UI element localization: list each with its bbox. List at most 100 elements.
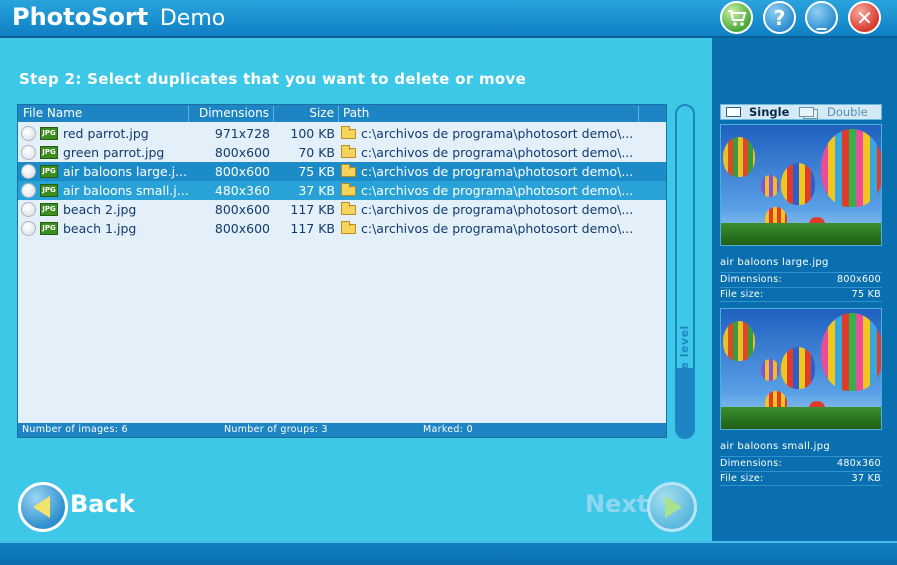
- arrow-left-icon: [33, 496, 50, 518]
- preview-image-2: [720, 308, 882, 430]
- jpg-file-icon: JPG: [40, 184, 58, 197]
- folder-icon: [341, 202, 356, 215]
- folder-icon: [341, 164, 356, 177]
- column-file-name[interactable]: File Name: [18, 106, 189, 122]
- preview-info-2: air baloons small.jpg Dimensions: 480x360…: [720, 441, 882, 486]
- file-list[interactable]: File Name Dimensions Size Path JPG red p…: [17, 104, 667, 438]
- title-bar: PhotoSort Demo ? _ ✕: [0, 0, 897, 38]
- view-double-option[interactable]: Double: [827, 105, 868, 119]
- file-name: green parrot.jpg: [63, 145, 165, 160]
- column-spacer: [639, 106, 666, 122]
- preview-info-1: air baloons large.jpg Dimensions: 800x600…: [720, 257, 882, 302]
- row-radio[interactable]: [21, 183, 36, 198]
- next-button[interactable]: [647, 482, 697, 532]
- file-size: 100 KB: [290, 126, 335, 141]
- dimensions-value: 480x360: [837, 458, 881, 469]
- jpg-file-icon: JPG: [40, 203, 58, 216]
- single-view-icon[interactable]: [726, 107, 741, 117]
- help-icon: ?: [773, 5, 786, 30]
- column-size[interactable]: Size: [274, 106, 339, 122]
- cart-button[interactable]: [720, 1, 753, 34]
- status-bar: Number of images: 6 Number of groups: 3 …: [18, 423, 666, 437]
- column-path[interactable]: Path: [339, 106, 639, 122]
- file-size-label: File size:: [720, 289, 764, 300]
- preview-image-1: [720, 124, 882, 246]
- row-radio[interactable]: [21, 221, 36, 236]
- folder-icon: [341, 126, 356, 139]
- view-mode-toggle: Single Double: [720, 104, 882, 120]
- status-marked-count: Marked: 0: [423, 424, 473, 435]
- file-dimensions: 971x728: [214, 126, 270, 141]
- file-path: c:\archivos de programa\photosort demo\.…: [361, 145, 634, 160]
- file-name: air baloons small.j...: [63, 183, 189, 198]
- row-radio[interactable]: [21, 202, 36, 217]
- file-size: 70 KB: [298, 145, 335, 160]
- column-header: File Name Dimensions Size Path: [18, 105, 666, 122]
- file-path: c:\archivos de programa\photosort demo\.…: [361, 126, 634, 141]
- help-button[interactable]: ?: [763, 1, 796, 34]
- next-label[interactable]: Next: [585, 490, 648, 518]
- table-row[interactable]: JPG beach 1.jpg 800x600 117 KB c:\archiv…: [18, 219, 666, 238]
- file-size: 117 KB: [290, 221, 335, 236]
- file-name: red parrot.jpg: [63, 126, 149, 141]
- file-name: beach 2.jpg: [63, 202, 137, 217]
- cart-icon: [727, 9, 746, 26]
- preview-file-name: air baloons large.jpg: [720, 257, 829, 268]
- file-dimensions: 800x600: [214, 221, 270, 236]
- row-radio[interactable]: [21, 126, 36, 141]
- tolerance-slider[interactable]: tolerance level: [675, 104, 695, 439]
- file-path: c:\archivos de programa\photosort demo\.…: [361, 221, 634, 236]
- view-single-option[interactable]: Single: [749, 105, 789, 119]
- file-size-value: 75 KB: [851, 289, 881, 300]
- jpg-file-icon: JPG: [40, 165, 58, 178]
- folder-icon: [341, 145, 356, 158]
- app-name: PhotoSort: [12, 3, 149, 31]
- file-size-label: File size:: [720, 473, 764, 484]
- column-dimensions[interactable]: Dimensions: [189, 106, 274, 122]
- arrow-right-icon: [665, 496, 682, 518]
- double-view-icon[interactable]: [799, 107, 814, 117]
- file-dimensions: 800x600: [214, 202, 270, 217]
- row-radio[interactable]: [21, 164, 36, 179]
- file-dimensions: 480x360: [214, 183, 270, 198]
- file-size: 37 KB: [298, 183, 335, 198]
- file-path: c:\archivos de programa\photosort demo\.…: [361, 202, 634, 217]
- table-row[interactable]: JPG beach 2.jpg 800x600 117 KB c:\archiv…: [18, 200, 666, 219]
- status-group-count: Number of groups: 3: [224, 424, 328, 435]
- table-row[interactable]: JPG red parrot.jpg 971x728 100 KB c:\arc…: [18, 124, 666, 143]
- file-size: 75 KB: [298, 164, 335, 179]
- preview-sidebar: Single Double air baloons large.jpg Dime…: [712, 38, 897, 541]
- file-path: c:\archivos de programa\photosort demo\.…: [361, 183, 634, 198]
- main-panel: Step 2: Select duplicates that you want …: [0, 38, 712, 541]
- jpg-file-icon: JPG: [40, 146, 58, 159]
- jpg-file-icon: JPG: [40, 222, 58, 235]
- file-size: 117 KB: [290, 202, 335, 217]
- preview-file-name: air baloons small.jpg: [720, 441, 831, 452]
- app-title: PhotoSort Demo: [12, 3, 225, 31]
- close-icon: ✕: [856, 5, 873, 30]
- close-button[interactable]: ✕: [848, 1, 881, 34]
- table-row[interactable]: JPG green parrot.jpg 800x600 70 KB c:\ar…: [18, 143, 666, 162]
- dimensions-value: 800x600: [837, 274, 881, 285]
- file-dimensions: 800x600: [214, 145, 270, 160]
- file-size-value: 37 KB: [851, 473, 881, 484]
- table-row-selected[interactable]: JPG air baloons large.j... 800x600 75 KB…: [18, 162, 666, 181]
- back-label[interactable]: Back: [70, 490, 135, 518]
- file-dimensions: 800x600: [214, 164, 270, 179]
- file-path: c:\archivos de programa\photosort demo\.…: [361, 164, 634, 179]
- tolerance-label: tolerance level: [678, 325, 691, 425]
- table-row-selected[interactable]: JPG air baloons small.j... 480x360 37 KB…: [18, 181, 666, 200]
- jpg-file-icon: JPG: [40, 127, 58, 140]
- step-title: Step 2: Select duplicates that you want …: [19, 70, 527, 88]
- bottom-bar: [0, 541, 897, 565]
- file-name: air baloons large.j...: [63, 164, 188, 179]
- dimensions-label: Dimensions:: [720, 274, 782, 285]
- minimize-button[interactable]: _: [805, 1, 838, 34]
- back-button[interactable]: [18, 482, 68, 532]
- file-name: beach 1.jpg: [63, 221, 137, 236]
- folder-icon: [341, 183, 356, 196]
- app-edition: Demo: [159, 6, 226, 31]
- row-radio[interactable]: [21, 145, 36, 160]
- dimensions-label: Dimensions:: [720, 458, 782, 469]
- status-image-count: Number of images: 6: [22, 424, 128, 435]
